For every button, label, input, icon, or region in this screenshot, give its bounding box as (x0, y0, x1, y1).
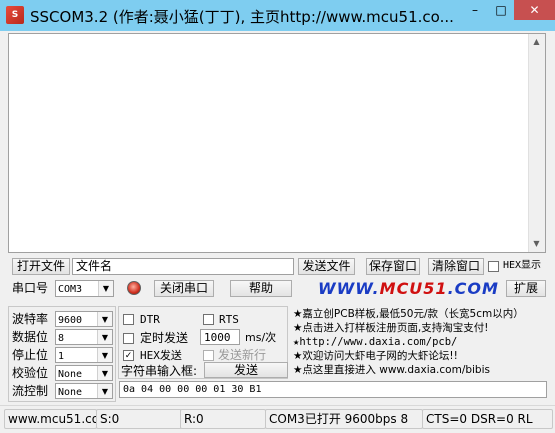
baud-select[interactable]: 9600 ▼ (55, 311, 113, 327)
stop-bits-select-value: 1 (58, 351, 65, 362)
rts-checkbox[interactable] (203, 314, 214, 325)
banner-mcu51: MCU51 (379, 279, 448, 298)
hex-display-checkbox[interactable] (488, 261, 499, 272)
data-bits-label: 数据位 (12, 330, 49, 344)
chevron-down-icon: ▼ (97, 366, 112, 380)
chevron-down-icon: ▼ (97, 312, 112, 326)
window-title: SSCOM3.2 (作者:聂小猛(丁丁), 主页http://www.mcu51… (30, 8, 454, 26)
maximize-button[interactable]: □ (488, 0, 514, 20)
ad-line-2[interactable]: ★点击进入打样板注册页面,支持淘宝支付! (293, 321, 488, 335)
status-received-count: R:0 (180, 409, 266, 429)
parity-label: 校验位 (12, 366, 49, 380)
chevron-down-icon: ▼ (97, 330, 112, 344)
chevron-down-icon: ▼ (98, 281, 113, 296)
port-status-indicator-icon (127, 281, 141, 295)
baud-select-value: 9600 (58, 315, 83, 326)
receive-scrollbar[interactable]: ▲ ▼ (528, 34, 545, 252)
string-input-label: 字符串输入框: (121, 364, 198, 378)
rts-label: RTS (219, 313, 239, 326)
close-port-button[interactable]: 关闭串口 (154, 280, 214, 297)
send-newline-label: 发送新行 (218, 348, 267, 362)
parity-select[interactable]: None ▼ (55, 365, 113, 381)
banner-com: .COM (447, 279, 499, 298)
ad-line-4[interactable]: ★欢迎访问大虾电子网的大虾论坛!! (293, 349, 458, 363)
baud-label: 波特率 (12, 312, 49, 326)
timed-send-label: 定时发送 (140, 331, 189, 345)
banner-www: WWW. (318, 279, 380, 298)
clear-window-button[interactable]: 清除窗口 (428, 258, 484, 275)
flow-control-select-value: None (58, 387, 83, 398)
receive-textarea[interactable]: ▲ ▼ (8, 33, 546, 253)
status-bar: www.mcu51.com S:0 R:0 COM3已打开 9600bps 8 … (0, 405, 555, 433)
timed-send-checkbox[interactable] (123, 333, 134, 344)
dtr-checkbox[interactable] (123, 314, 134, 325)
send-file-button[interactable]: 发送文件 (298, 258, 355, 275)
status-site: www.mcu51.com (4, 409, 97, 429)
interval-input[interactable]: 1000 (200, 329, 240, 345)
ad-line-3[interactable]: ★http://www.daxia.com/pcb/ (293, 335, 457, 349)
status-sent-count: S:0 (96, 409, 182, 429)
data-bits-select-value: 8 (58, 333, 65, 344)
app-icon: S (6, 6, 24, 24)
title-bar: S SSCOM3.2 (作者:聂小猛(丁丁), 主页http://www.mcu… (0, 0, 555, 31)
chevron-down-icon: ▼ (97, 384, 112, 398)
status-port-info: COM3已打开 9600bps 8 (265, 409, 423, 429)
interval-unit-label: ms/次 (245, 331, 277, 344)
ad-line-5[interactable]: ★点这里直接进入 www.daxia.com/bibis (293, 363, 490, 377)
stop-bits-label: 停止位 (12, 348, 49, 362)
hex-send-checkbox[interactable]: ✓ (123, 350, 134, 361)
hex-display-label: HEX显示 (503, 260, 542, 271)
website-banner-link[interactable]: WWW.MCU51.COM (318, 279, 499, 298)
data-bits-select[interactable]: 8 ▼ (55, 329, 113, 345)
scroll-down-icon[interactable]: ▼ (532, 239, 541, 248)
hex-send-label: HEX发送 (140, 349, 182, 362)
send-text-input[interactable]: 0a 04 00 00 00 01 30 B1 (119, 381, 547, 398)
send-newline-checkbox[interactable] (203, 350, 214, 361)
flow-control-select[interactable]: None ▼ (55, 383, 113, 399)
close-button[interactable]: ✕ (514, 0, 555, 20)
flow-control-label: 流控制 (12, 384, 49, 398)
port-select[interactable]: COM3 ▼ (55, 280, 114, 297)
open-file-button[interactable]: 打开文件 (12, 258, 70, 275)
help-button[interactable]: 帮助 (230, 280, 292, 297)
parity-select-value: None (58, 369, 83, 380)
dtr-label: DTR (140, 313, 160, 326)
scroll-up-icon[interactable]: ▲ (532, 37, 541, 46)
ad-line-1[interactable]: ★嘉立创PCB样板,最低50元/款（长宽5cm以内） (293, 307, 524, 321)
minimize-button[interactable]: – (462, 0, 488, 20)
send-button[interactable]: 发送 (204, 362, 288, 378)
save-window-button[interactable]: 保存窗口 (366, 258, 420, 275)
stop-bits-select[interactable]: 1 ▼ (55, 347, 113, 363)
file-name-input[interactable]: 文件名 (72, 258, 294, 275)
chevron-down-icon: ▼ (97, 348, 112, 362)
port-label: 串口号 (12, 281, 49, 295)
status-signals: CTS=0 DSR=0 RL (422, 409, 553, 429)
expand-button[interactable]: 扩展 (506, 280, 546, 297)
port-select-value: COM3 (58, 284, 83, 295)
